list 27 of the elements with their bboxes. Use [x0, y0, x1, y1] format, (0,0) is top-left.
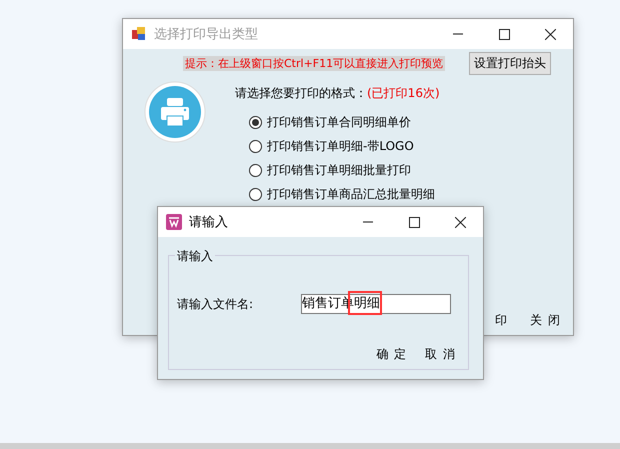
window-title: 请输入 — [189, 214, 228, 231]
radio-button[interactable] — [249, 164, 262, 177]
close-button[interactable] — [454, 216, 466, 228]
action-button[interactable]: 印 — [495, 312, 508, 329]
app-icon — [166, 214, 182, 230]
radio-button[interactable] — [249, 140, 262, 153]
app-icon — [131, 26, 147, 42]
close-button[interactable] — [544, 28, 556, 40]
printer-icon — [144, 81, 206, 143]
option-label[interactable]: 打印销售订单合同明细单价 — [267, 114, 411, 131]
print-count: (已打印16次) — [367, 86, 440, 100]
group-label: 请输入 — [175, 248, 215, 265]
radio-button[interactable] — [249, 116, 262, 129]
action-button[interactable]: 关 闭 — [530, 312, 561, 329]
print-header-button[interactable]: 设置打印抬头 — [469, 52, 552, 75]
window-title: 选择打印导出类型 — [154, 26, 258, 43]
action-button[interactable]: 确 定 — [376, 346, 408, 363]
maximize-button[interactable] — [498, 28, 510, 40]
option-label[interactable]: 打印销售订单明细批量打印 — [267, 162, 411, 179]
hint-text: 提示：在上级窗口按Ctrl+F11可以直接进入打印预览 — [183, 56, 446, 71]
prompt-label: 请选择您要打印的格式： — [235, 86, 367, 100]
option-label[interactable]: 打印销售订单明细-带LOGO — [267, 138, 414, 155]
radio-button[interactable] — [249, 188, 262, 201]
maximize-button[interactable] — [408, 216, 420, 228]
option-label[interactable]: 打印销售订单商品汇总批量明细 — [267, 186, 435, 203]
action-button[interactable]: 取 消 — [425, 346, 456, 363]
field-label: 请输入文件名: — [177, 296, 254, 312]
